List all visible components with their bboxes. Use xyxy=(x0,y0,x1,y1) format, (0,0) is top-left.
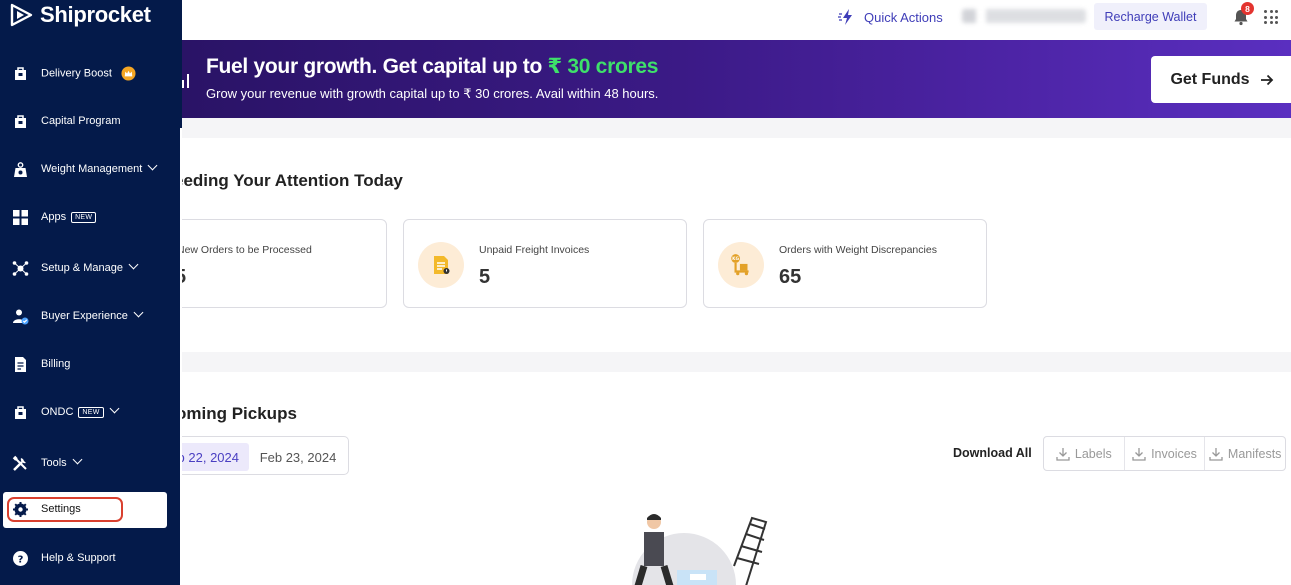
date-tab-active[interactable]: b 22, 2024 xyxy=(173,443,249,471)
new-tag: NEW xyxy=(71,211,97,223)
banner-title: Fuel your growth. Get capital up to ₹ 30… xyxy=(206,55,659,78)
top-bar: Quick Actions Recharge Wallet 8 xyxy=(0,0,1291,40)
settings-icon xyxy=(13,502,28,517)
weight-icon xyxy=(14,161,27,177)
card-label: Unpaid Freight Invoices xyxy=(479,244,590,256)
tools-icon xyxy=(12,455,27,471)
new-orders-card[interactable]: New Orders to be Processed 5 xyxy=(162,219,387,308)
sidebar-item-label: Buyer Experience xyxy=(41,307,144,322)
sidebar-item-help-support[interactable]: ? Help & Support xyxy=(0,542,182,574)
sidebar-item-setup-manage[interactable]: Setup & Manage xyxy=(0,252,182,284)
new-tag: NEW xyxy=(78,406,104,418)
sidebar: Shiprocket Delivery Boost Capital Progra… xyxy=(0,0,182,585)
attention-title: eeding Your Attention Today xyxy=(174,171,403,190)
sidebar-item-label: Settings xyxy=(41,503,81,515)
sidebar-item-delivery-boost[interactable]: Delivery Boost xyxy=(0,57,182,89)
sidebar-item-buyer-experience[interactable]: Buyer Experience xyxy=(0,300,182,332)
app-grid-icon[interactable] xyxy=(1264,10,1278,24)
card-value: 65 xyxy=(779,266,802,288)
pickups-title: oming Pickups xyxy=(176,404,297,423)
banner-graphic xyxy=(182,74,189,88)
empty-state-illustration xyxy=(632,514,768,585)
billing-icon xyxy=(15,356,26,372)
sidebar-item-label: Delivery Boost xyxy=(41,65,136,81)
crown-badge-icon xyxy=(121,65,136,81)
chevron-down-icon xyxy=(128,259,139,270)
weight-kg-icon: KG xyxy=(718,242,764,288)
banner-subtitle: Grow your revenue with growth capital up… xyxy=(206,86,659,101)
capital-banner: Fuel your growth. Get capital up to ₹ 30… xyxy=(182,40,1291,118)
shiprocket-logo[interactable]: Shiprocket xyxy=(8,2,151,28)
setup-icon xyxy=(12,260,29,276)
download-icon xyxy=(1209,447,1223,461)
sidebar-item-label: Setup & Manage xyxy=(41,259,139,274)
chevron-down-icon xyxy=(109,403,120,414)
card-label: Orders with Weight Discrepancies xyxy=(779,244,937,256)
lightning-icon xyxy=(838,9,852,25)
chevron-down-icon xyxy=(133,307,144,318)
sidebar-item-label: Billing xyxy=(41,358,71,370)
capital-icon xyxy=(15,114,26,128)
recharge-wallet-button[interactable]: Recharge Wallet xyxy=(1094,3,1207,30)
chevron-down-icon xyxy=(147,160,158,171)
pickups-panel: oming Pickups b 22, 2024 Feb 23, 2024 Do… xyxy=(172,372,1291,585)
download-all-label: Download All xyxy=(953,446,1032,460)
unpaid-invoices-card[interactable]: Unpaid Freight Invoices 5 xyxy=(403,219,687,308)
sidebar-item-ondc[interactable]: ONDC NEW xyxy=(0,396,182,428)
account-info-blurred xyxy=(962,9,1086,23)
buyer-icon xyxy=(13,309,29,324)
delivery-boost-icon xyxy=(15,66,26,80)
date-tab[interactable]: Feb 23, 2024 xyxy=(253,443,343,471)
notification-badge: 8 xyxy=(1241,2,1254,15)
download-icon xyxy=(1132,447,1146,461)
sidebar-item-label: Help & Support xyxy=(41,552,116,564)
sidebar-item-billing[interactable]: Billing xyxy=(0,348,182,380)
sidebar-item-weight-management[interactable]: Weight Management xyxy=(0,153,182,185)
sidebar-item-apps[interactable]: Apps NEW xyxy=(0,201,182,233)
sidebar-item-label: Tools xyxy=(41,454,83,469)
svg-text:KG: KG xyxy=(732,256,739,262)
download-buttons: Labels Invoices Manifests xyxy=(1043,436,1286,471)
pickup-date-tabs: b 22, 2024 Feb 23, 2024 xyxy=(172,436,349,475)
attention-panel: eeding Your Attention Today New Orders t… xyxy=(162,138,1291,352)
sidebar-item-capital-program[interactable]: Capital Program xyxy=(0,105,182,137)
weight-discrepancy-card[interactable]: KG Orders with Weight Discrepancies 65 xyxy=(703,219,987,308)
card-label: New Orders to be Processed xyxy=(177,244,312,256)
ondc-icon xyxy=(15,405,26,419)
shiprocket-logo-icon xyxy=(10,3,33,27)
svg-text:?: ? xyxy=(18,554,24,565)
quick-actions-label: Quick Actions xyxy=(864,9,943,25)
download-labels-button[interactable]: Labels xyxy=(1044,437,1125,470)
sidebar-item-label: Apps NEW xyxy=(41,211,97,223)
get-funds-button[interactable]: Get Funds xyxy=(1151,56,1291,103)
sidebar-edge xyxy=(180,128,182,585)
sidebar-item-tools[interactable]: Tools xyxy=(0,447,182,479)
invoice-icon xyxy=(418,242,464,288)
download-invoices-button[interactable]: Invoices xyxy=(1125,437,1206,470)
sidebar-item-label: ONDC NEW xyxy=(41,403,120,418)
quick-actions-button[interactable]: Quick Actions xyxy=(838,8,943,26)
banner-title-highlight: ₹ 30 crores xyxy=(547,55,659,78)
chevron-down-icon xyxy=(72,454,83,465)
sidebar-item-label: Weight Management xyxy=(41,160,158,175)
card-value: 5 xyxy=(479,266,491,288)
download-icon xyxy=(1056,447,1070,461)
download-manifests-button[interactable]: Manifests xyxy=(1205,437,1285,470)
apps-icon xyxy=(13,209,28,225)
help-icon: ? xyxy=(13,550,28,566)
arrow-right-icon xyxy=(1260,74,1273,85)
sidebar-item-settings[interactable]: Settings xyxy=(3,492,167,528)
sidebar-item-label: Capital Program xyxy=(41,115,121,127)
